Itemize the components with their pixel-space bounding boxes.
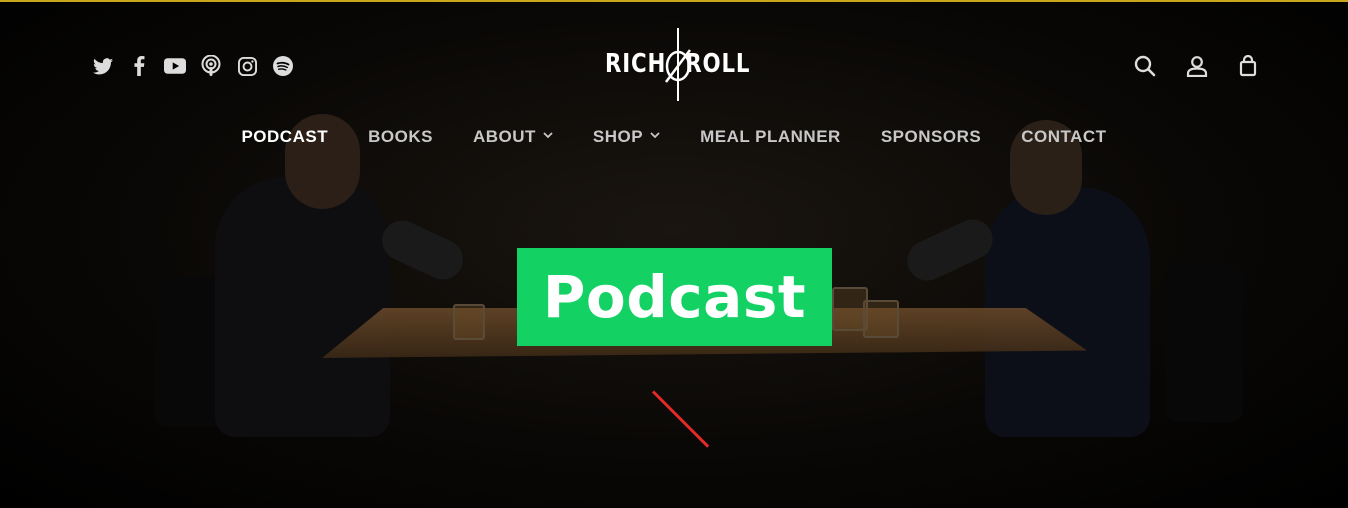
hero-title: Podcast	[542, 263, 807, 331]
nav-label: SPONSORS	[880, 127, 982, 146]
account-icon[interactable]	[1184, 53, 1210, 79]
rich-roll-logo[interactable]: RICH ROLL	[605, 28, 750, 103]
nav-label: ABOUT	[472, 127, 536, 146]
chevron-down-icon	[650, 130, 660, 142]
youtube-icon[interactable]	[164, 55, 186, 77]
nav-label: CONTACT	[1021, 127, 1107, 146]
glass-right-2	[863, 300, 899, 338]
spotify-icon[interactable]	[272, 55, 294, 77]
social-links	[92, 55, 294, 77]
chair-right	[1165, 262, 1243, 422]
main-navigation: PODCAST BOOKS ABOUT SHOP MEAL PLANNER SP…	[0, 127, 1348, 147]
twitter-icon[interactable]	[92, 55, 114, 77]
cart-icon[interactable]	[1235, 53, 1261, 79]
chevron-down-icon	[543, 130, 553, 142]
nav-item-podcast[interactable]: PODCAST	[221, 127, 348, 147]
glass-left	[453, 304, 485, 340]
nav-item-meal-planner[interactable]: MEAL PLANNER	[680, 127, 861, 147]
logo-text-rich: RICH	[605, 49, 667, 79]
logo-text-roll: ROLL	[685, 49, 750, 79]
nav-item-sponsors[interactable]: SPONSORS	[861, 127, 1001, 147]
nav-item-shop[interactable]: SHOP	[573, 127, 680, 147]
nav-label: MEAL PLANNER	[700, 127, 841, 146]
host-left-body	[215, 177, 390, 437]
nav-item-books[interactable]: BOOKS	[348, 127, 453, 147]
nav-label: SHOP	[592, 127, 644, 146]
nav-item-contact[interactable]: CONTACT	[1001, 127, 1126, 147]
nav-label: PODCAST	[241, 127, 329, 146]
instagram-icon[interactable]	[236, 55, 258, 77]
nav-item-about[interactable]: ABOUT	[453, 127, 573, 147]
podcast-icon[interactable]	[200, 55, 222, 77]
nav-label: BOOKS	[368, 127, 433, 146]
search-icon[interactable]	[1132, 53, 1158, 79]
hero-title-badge: Podcast	[517, 248, 832, 346]
facebook-icon[interactable]	[128, 55, 150, 77]
